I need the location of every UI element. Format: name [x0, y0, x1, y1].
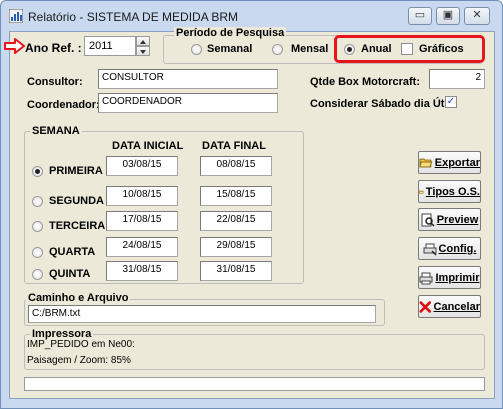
spin-up-icon: [140, 40, 146, 44]
radio-quinta[interactable]: [32, 269, 43, 280]
col-data-final: DATA FINAL: [202, 140, 266, 152]
maximize-icon: ▣: [442, 9, 454, 21]
close-button[interactable]: ✕: [464, 7, 490, 25]
coordenador-value: COORDENADOR: [102, 96, 183, 107]
cancelar-label: Cancelar: [433, 300, 480, 313]
qtde-box-label: Qtde Box Motorcraft:: [310, 76, 420, 88]
preview-button[interactable]: Preview: [418, 208, 481, 231]
close-icon: ✕: [472, 9, 482, 21]
data-inicial-input-segunda[interactable]: 10/08/15: [106, 186, 178, 206]
radio-segunda[interactable]: [32, 196, 43, 207]
spin-down-button[interactable]: [136, 46, 150, 56]
data-final-input-terceira[interactable]: 22/08/15: [200, 211, 272, 231]
data-inicial-value: 17/08/15: [122, 214, 162, 225]
radio-semanal-label: Semanal: [207, 43, 253, 55]
data-final-input-primeira[interactable]: 08/08/15: [200, 156, 272, 176]
check-icon: ✓: [446, 96, 456, 107]
ano-ref-input[interactable]: 2011: [84, 36, 136, 56]
col-data-inicial: DATA INICIAL: [112, 140, 184, 152]
coordenador-input[interactable]: COORDENADOR: [98, 93, 278, 113]
data-inicial-value: 03/08/15: [122, 159, 162, 170]
coordenador-label: Coordenador:: [27, 99, 100, 111]
radio-mensal[interactable]: [272, 44, 283, 55]
data-inicial-value: 31/08/15: [122, 264, 162, 275]
caminho-value: C:/BRM.txt: [32, 308, 81, 319]
data-inicial-input-quinta[interactable]: 31/08/15: [106, 261, 178, 281]
radio-primeira[interactable]: [32, 166, 43, 177]
graficos-label: Gráficos: [419, 43, 464, 55]
radio-terceira[interactable]: [32, 221, 43, 232]
radio-quarta[interactable]: [32, 247, 43, 258]
data-final-value: 08/08/15: [216, 159, 256, 170]
week-label-quinta: QUINTA: [49, 268, 91, 280]
preview-label: Preview: [436, 213, 479, 226]
radio-mensal-label: Mensal: [291, 43, 329, 55]
week-label-primeira: PRIMEIRA: [49, 165, 103, 177]
data-final-value: 31/08/15: [216, 264, 256, 275]
semana-legend: SEMANA: [30, 125, 82, 137]
radio-semanal[interactable]: [191, 44, 202, 55]
periodo-legend: Período de Pesquisa: [174, 27, 287, 39]
sabado-checkbox[interactable]: ✓: [445, 96, 457, 108]
window-title: Relatório - SISTEMA DE MEDIDA BRM: [28, 10, 239, 24]
impressora-line1: IMP_PEDIDO em Ne00:: [27, 339, 135, 350]
data-final-value: 22/08/15: [216, 214, 256, 225]
consultor-value: CONSULTOR: [102, 72, 164, 83]
week-label-terceira: TERCEIRA: [49, 220, 106, 232]
data-final-input-quarta[interactable]: 29/08/15: [200, 237, 272, 257]
consultor-label: Consultor:: [27, 76, 83, 88]
minimize-button[interactable]: ▭: [408, 7, 432, 25]
red-arrow-icon: [4, 38, 25, 54]
caminho-input[interactable]: C:/BRM.txt: [28, 305, 376, 323]
data-final-value: 15/08/15: [216, 189, 256, 200]
data-final-input-segunda[interactable]: 15/08/15: [200, 186, 272, 206]
imprimir-label: Imprimir: [435, 271, 480, 284]
consultor-input[interactable]: CONSULTOR: [98, 69, 278, 89]
caminho-legend: Caminho e Arquivo: [26, 292, 131, 304]
ano-ref-spinner[interactable]: [136, 36, 150, 56]
data-inicial-input-primeira[interactable]: 03/08/15: [106, 156, 178, 176]
tipos-os-button[interactable]: Tipos O.S.: [418, 180, 481, 203]
imprimir-button[interactable]: Imprimir: [418, 266, 481, 289]
folder-icon: [419, 189, 424, 194]
week-label-quarta: QUARTA: [49, 246, 96, 258]
maximize-button[interactable]: ▣: [436, 7, 460, 25]
qtde-box-input[interactable]: 2: [429, 69, 485, 89]
data-final-input-quinta[interactable]: 31/08/15: [200, 261, 272, 281]
qtde-box-value: 2: [475, 72, 481, 83]
preview-magnifier-icon: [421, 213, 435, 227]
report-window: Relatório - SISTEMA DE MEDIDA BRM ▭ ▣ ✕ …: [0, 0, 503, 409]
config-button[interactable]: Config.: [418, 237, 481, 260]
cancelar-button[interactable]: Cancelar: [418, 295, 481, 318]
exportar-label: Exportar: [434, 156, 480, 169]
tipos-os-label: Tipos O.S.: [425, 185, 480, 198]
minimize-icon: ▭: [414, 9, 426, 21]
graficos-checkbox[interactable]: [401, 43, 413, 55]
folder-open-icon: [419, 158, 433, 167]
radio-anual-label: Anual: [361, 43, 392, 55]
printer-icon: [419, 272, 433, 284]
config-label: Config.: [438, 242, 477, 255]
printer-config-icon: [423, 243, 437, 256]
radio-anual[interactable]: [344, 44, 355, 55]
ano-ref-label: Ano Ref. :: [25, 41, 82, 55]
data-final-value: 29/08/15: [216, 240, 256, 251]
data-inicial-value: 10/08/15: [122, 189, 162, 200]
impressora-line2: Paisagem / Zoom: 85%: [27, 355, 131, 366]
app-icon: [9, 9, 23, 23]
cancel-x-icon: [419, 300, 432, 313]
exportar-button[interactable]: Exportar: [418, 151, 481, 174]
spin-down-icon: [140, 50, 146, 54]
week-label-segunda: SEGUNDA: [49, 195, 105, 207]
data-inicial-input-quarta[interactable]: 24/08/15: [106, 237, 178, 257]
status-bar: [24, 377, 485, 391]
data-inicial-value: 24/08/15: [122, 240, 162, 251]
data-inicial-input-terceira[interactable]: 17/08/15: [106, 211, 178, 231]
sabado-label: Considerar Sábado dia Útil: [310, 98, 451, 110]
ano-ref-value: 2011: [89, 40, 113, 52]
spin-up-button[interactable]: [136, 36, 150, 46]
dialog-body: Ano Ref. : 2011 Período de Pesquisa Sema…: [4, 27, 495, 399]
